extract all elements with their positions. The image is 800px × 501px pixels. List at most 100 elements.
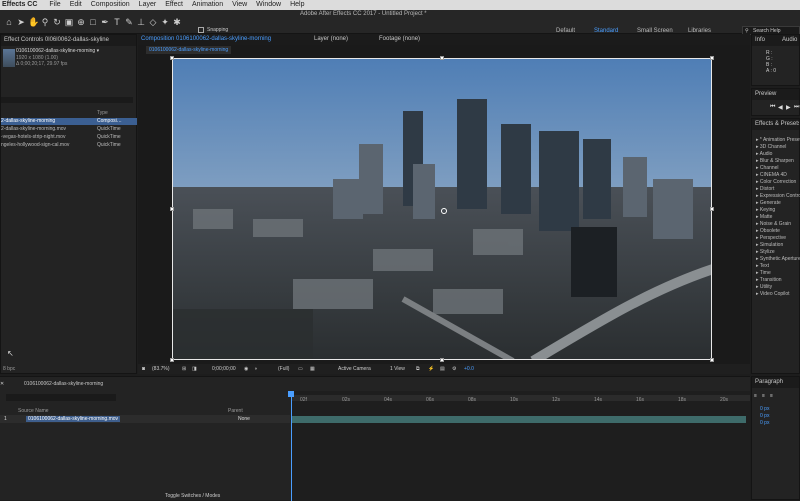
transform-handle[interactable]: [170, 56, 174, 60]
parent-dropdown[interactable]: None: [238, 416, 250, 422]
layer-tab[interactable]: Layer (none): [314, 34, 348, 45]
layer-name[interactable]: 0106100062-dallas-skyline-morning.mov: [26, 416, 121, 422]
toggle-pixel-aspect-icon[interactable]: ⧉: [416, 366, 420, 372]
zoom-tool-icon[interactable]: ⚲: [40, 17, 50, 27]
resolution-dropdown[interactable]: (Full): [278, 366, 289, 372]
paragraph-tab[interactable]: Paragraph: [752, 377, 799, 388]
project-item-comp[interactable]: 2-dallas-skyline-morning Composi…: [1, 118, 137, 125]
flowchart-icon[interactable]: ⚙: [452, 366, 456, 372]
play-icon[interactable]: ▶: [786, 104, 791, 111]
parent-header[interactable]: Parent: [228, 408, 243, 414]
roto-brush-tool-icon[interactable]: ✦: [160, 17, 170, 27]
project-item-footage[interactable]: -vegas-hotels-strip-night.mov QuickTime: [1, 134, 137, 141]
region-of-interest-icon[interactable]: ▭: [298, 366, 303, 372]
zoom-dropdown[interactable]: (83.7%): [152, 366, 170, 372]
menu-layer[interactable]: Layer: [139, 0, 157, 10]
channel-icon[interactable]: ◑: [254, 366, 257, 372]
previous-frame-icon[interactable]: ◀: [778, 104, 783, 111]
type-tool-icon[interactable]: T: [112, 17, 122, 27]
menu-window[interactable]: Window: [256, 0, 281, 10]
footage-tab[interactable]: Footage (none): [379, 34, 420, 45]
audio-tab[interactable]: Audio: [782, 35, 797, 46]
effect-category-item[interactable]: ▸ Obsolete: [756, 228, 780, 234]
effect-category-item[interactable]: ▸ Distort: [756, 186, 774, 192]
home-icon[interactable]: ⌂: [4, 17, 14, 27]
bpc-indicator[interactable]: 8 bpc: [3, 366, 15, 372]
snapshot-icon[interactable]: ◉: [244, 366, 248, 372]
effect-category-item[interactable]: ▸ CINEMA 4D: [756, 172, 787, 178]
menu-edit[interactable]: Edit: [70, 0, 82, 10]
anchor-point-icon[interactable]: [441, 208, 447, 214]
timeline-close-icon[interactable]: ✕: [0, 381, 20, 387]
first-frame-icon[interactable]: ⏮: [770, 104, 775, 111]
transform-handle[interactable]: [170, 207, 174, 211]
exposure-value[interactable]: +0.0: [464, 366, 474, 372]
comp-sub-tab[interactable]: 0106100062-dallas-skyline-morning: [146, 46, 232, 54]
current-time[interactable]: 0;00;00;00: [212, 366, 236, 372]
effects-presets-tab[interactable]: Effects & Presets: [752, 119, 799, 130]
brush-tool-icon[interactable]: ✎: [124, 17, 134, 27]
effect-controls-tab[interactable]: Effect Controls 0l06l0062-dallas-skyline: [1, 35, 136, 46]
fast-previews-icon[interactable]: ⚡: [428, 366, 434, 372]
pen-tool-icon[interactable]: ✒: [100, 17, 110, 27]
effect-category-item[interactable]: ▸ Transition: [756, 277, 782, 283]
align-left-icon[interactable]: ≡: [754, 393, 757, 399]
menu-file[interactable]: File: [49, 0, 60, 10]
rectangle-tool-icon[interactable]: □: [88, 17, 98, 27]
mask-visibility-icon[interactable]: ◨: [192, 366, 197, 372]
transform-handle[interactable]: [440, 358, 444, 362]
rotate-tool-icon[interactable]: ↻: [52, 17, 62, 27]
eraser-tool-icon[interactable]: ◇: [148, 17, 158, 27]
effect-category-item[interactable]: ▸ Noise & Grain: [756, 221, 791, 227]
effect-category-item[interactable]: ▸ Utility: [756, 284, 772, 290]
indent-first-value[interactable]: 0 px: [760, 413, 769, 419]
composition-frame[interactable]: [172, 58, 712, 360]
align-center-icon[interactable]: ≡: [762, 393, 765, 399]
clone-stamp-tool-icon[interactable]: ⊥: [136, 17, 146, 27]
timeline-tracks[interactable]: [291, 391, 750, 501]
source-name-header[interactable]: Source Name: [18, 408, 49, 414]
playhead[interactable]: [291, 391, 292, 501]
align-right-icon[interactable]: ≡: [770, 393, 773, 399]
effect-category-item[interactable]: ▸ Synthetic Aperture: [756, 256, 800, 262]
timeline-comp-tab[interactable]: 0106100062-dallas-skyline-morning: [24, 381, 103, 387]
app-menu[interactable]: Effects CC: [2, 0, 37, 10]
view-layout-dropdown[interactable]: 1 View: [390, 366, 405, 372]
transform-handle[interactable]: [710, 56, 714, 60]
transform-handle[interactable]: [710, 358, 714, 362]
indent-left-value[interactable]: 0 px: [760, 406, 769, 412]
space-before-value[interactable]: 0 px: [760, 420, 769, 426]
hand-tool-icon[interactable]: ✋: [28, 17, 39, 27]
effect-category-item[interactable]: ▸ Video Copilot: [756, 291, 790, 297]
menu-composition[interactable]: Composition: [91, 0, 130, 10]
effect-category-item[interactable]: ▸ Stylize: [756, 249, 775, 255]
project-item-footage[interactable]: 2-dallas-skyline-morning.mov QuickTime: [1, 126, 137, 133]
next-frame-icon[interactable]: ⏭: [794, 104, 799, 111]
type-column-header[interactable]: Type: [97, 110, 108, 116]
grid-overlay-icon[interactable]: ⊞: [182, 366, 186, 372]
transform-handle[interactable]: [710, 207, 714, 211]
effect-category-item[interactable]: ▸ Matte: [756, 214, 772, 220]
effect-category-item[interactable]: ▸ Expression Controls: [756, 193, 800, 199]
toggle-switches-modes-button[interactable]: Toggle Switches / Modes: [165, 493, 220, 499]
puppet-pin-tool-icon[interactable]: ✱: [172, 17, 182, 27]
transform-handle[interactable]: [170, 358, 174, 362]
transparency-grid-icon[interactable]: ▦: [310, 366, 315, 372]
preview-tab[interactable]: Preview: [752, 89, 799, 100]
layer-duration-bar[interactable]: [292, 416, 746, 423]
menu-help[interactable]: Help: [290, 0, 304, 10]
effect-category-item[interactable]: ▸ * Animation Presets: [756, 137, 800, 143]
selection-tool-icon[interactable]: ➤: [16, 17, 26, 27]
effect-category-item[interactable]: ▸ Color Correction: [756, 179, 796, 185]
layer-row[interactable]: 1 0106100062-dallas-skyline-morning.mov …: [0, 415, 290, 423]
project-item-footage[interactable]: ngeles-hollywood-sign-cal.mov QuickTime: [1, 142, 137, 149]
effect-category-item[interactable]: ▸ Generate: [756, 200, 781, 206]
snapping-checkbox[interactable]: [198, 27, 204, 33]
effect-category-item[interactable]: ▸ Audio: [756, 151, 772, 157]
camera-tool-icon[interactable]: ▣: [64, 17, 74, 27]
effect-category-item[interactable]: ▸ Keying: [756, 207, 775, 213]
playhead-handle[interactable]: [288, 391, 294, 397]
project-search-field[interactable]: [1, 97, 133, 103]
menu-effect[interactable]: Effect: [165, 0, 183, 10]
effect-category-item[interactable]: ▸ Text: [756, 263, 769, 269]
